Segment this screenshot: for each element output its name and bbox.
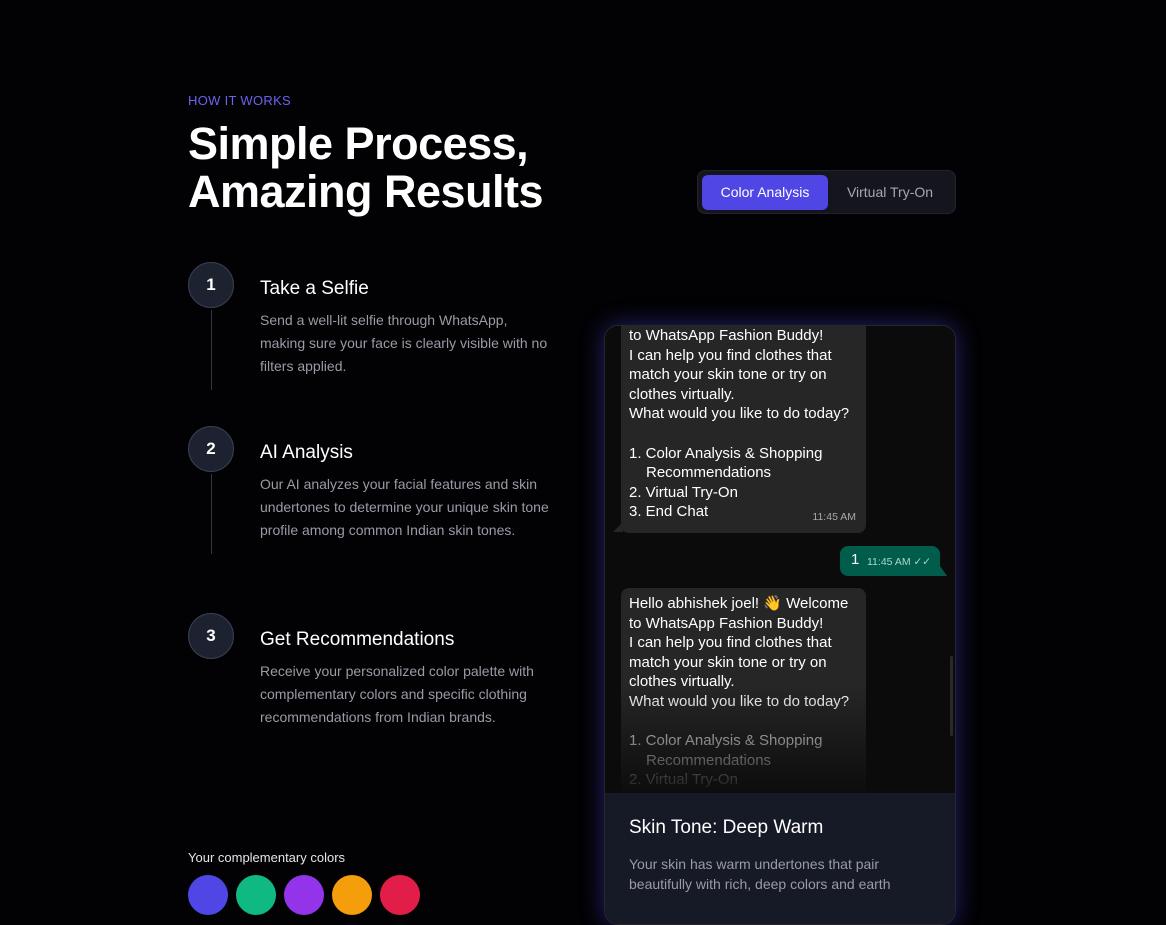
color-swatch	[332, 875, 372, 915]
whatsapp-preview: to WhatsApp Fashion Buddy! I can help yo…	[604, 325, 956, 925]
bubble-tail	[940, 566, 947, 576]
message-timestamp: 11:45 AM ✓✓	[867, 556, 932, 568]
step-3-number: 3	[188, 613, 234, 659]
menu-option: Recommendations	[646, 751, 772, 769]
color-swatch	[380, 875, 420, 915]
menu-option: 1. Color Analysis & Shopping	[629, 444, 823, 462]
skin-tone-title: Skin Tone: Deep Warm	[629, 817, 824, 838]
section-title: Simple Process, Amazing Results	[188, 118, 544, 217]
color-swatch	[188, 875, 228, 915]
menu-option: Recommendations	[646, 464, 772, 482]
incoming-message: Hello abhishek joel! 👋 Welcome to WhatsA…	[621, 588, 866, 793]
menu-option: 2. Virtual Try-On	[629, 771, 738, 789]
section-eyebrow: HOW IT WORKS	[188, 93, 292, 108]
step-2-title: AI Analysis	[260, 442, 353, 463]
message-line: to WhatsApp Fashion Buddy!	[629, 327, 824, 344]
incoming-message: to WhatsApp Fashion Buddy! I can help yo…	[621, 326, 866, 533]
step-3-title: Get Recommendations	[260, 629, 455, 650]
title-line-1: Simple Process,	[188, 118, 529, 169]
tab-color-analysis[interactable]: Color Analysis	[702, 175, 828, 210]
message-timestamp: 11:45 AM	[812, 511, 856, 524]
outgoing-message: 1 11:45 AM ✓✓	[840, 546, 940, 576]
color-swatch	[284, 875, 324, 915]
step-2-connector	[211, 474, 212, 554]
bubble-tail	[613, 522, 623, 532]
message-line: match your skin tone or try on	[629, 366, 827, 384]
message-line: Hello abhishek joel! 👋 Welcome	[629, 595, 849, 612]
message-line: What would you like to do today?	[629, 405, 850, 423]
chat-scrollbar[interactable]	[950, 656, 953, 736]
skin-tone-card: Skin Tone: Deep Warm Your skin has warm …	[605, 793, 955, 924]
message-line: clothes virtually.	[629, 385, 735, 403]
complementary-colors-label: Your complementary colors	[188, 850, 346, 865]
skin-tone-description: Your skin has warm undertones that pair …	[629, 856, 891, 892]
color-swatch	[236, 875, 276, 915]
message-line: I can help you find clothes that	[629, 346, 832, 364]
step-1-number: 1	[188, 262, 234, 308]
message-line: to WhatsApp Fashion Buddy!	[629, 614, 824, 632]
title-line-2: Amazing Results	[188, 166, 544, 217]
step-1-title: Take a Selfie	[260, 278, 369, 299]
menu-option: 2. Virtual Try-On	[629, 483, 738, 501]
tab-virtual-try-on[interactable]: Virtual Try-On	[830, 175, 950, 210]
menu-option: 1. Color Analysis & Shopping	[629, 732, 823, 750]
message-text: 1	[851, 551, 860, 568]
step-2-number: 2	[188, 426, 234, 472]
step-3-description: Receive your personalized color palette …	[260, 663, 534, 725]
mode-toggle: Color Analysis Virtual Try-On	[697, 170, 956, 214]
message-line: clothes virtually.	[629, 673, 735, 691]
step-1-description: Send a well-lit selfie through WhatsApp,…	[260, 312, 548, 374]
message-line: match your skin tone or try on	[629, 653, 827, 671]
message-line: What would you like to do today?	[629, 692, 850, 710]
message-line: I can help you find clothes that	[629, 634, 832, 652]
step-2-description: Our AI analyzes your facial features and…	[260, 476, 549, 538]
chat-area[interactable]: to WhatsApp Fashion Buddy! I can help yo…	[605, 326, 955, 793]
step-1-connector	[211, 310, 212, 390]
